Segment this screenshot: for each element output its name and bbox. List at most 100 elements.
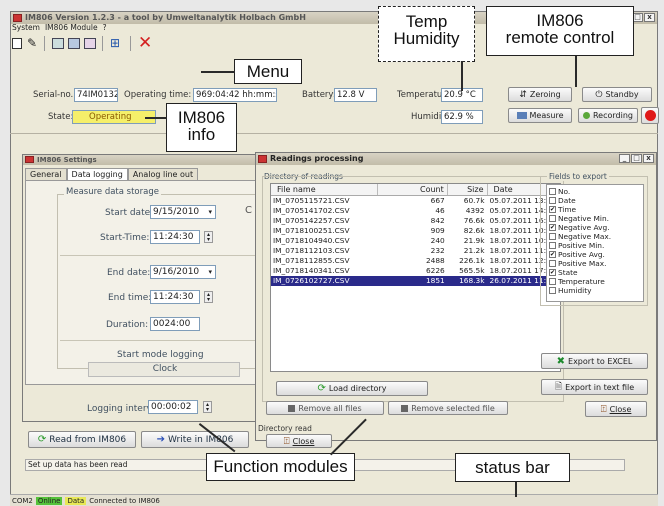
start-time-stepper[interactable]: ▴ ▾ [204, 231, 213, 243]
annotation-function-modules: Function modules [206, 453, 355, 481]
field-checkbox[interactable]: Negative Max. [549, 232, 641, 241]
field-checkbox[interactable]: Positive Min. [549, 241, 641, 250]
recording-button[interactable]: Recording [578, 108, 638, 123]
field-checkbox[interactable]: Positive Max. [549, 259, 641, 268]
table-row[interactable]: IM_0718112855.CSV 2488 226.1k 18.07.2011… [271, 256, 560, 266]
table-row[interactable]: IM_0718100251.CSV 909 82.6k 18.07.2011 1… [271, 226, 560, 236]
column-header[interactable]: Size [448, 184, 488, 195]
readings-table[interactable]: File name Count Size Date IM_0705115721.… [270, 183, 561, 372]
separator [44, 36, 45, 51]
file-count: 46 [435, 206, 445, 215]
menu-im806-module[interactable]: IM806 Module [45, 23, 98, 33]
end-time-field[interactable]: 11:24:30 [150, 290, 200, 304]
readings-status: Directory read [258, 424, 312, 433]
exit-icon[interactable]: ✕ [138, 33, 152, 53]
field-checkbox[interactable]: Date [549, 196, 641, 205]
close-window-button[interactable]: x [644, 13, 655, 22]
measure-button[interactable]: Measure [508, 108, 572, 123]
column-header[interactable]: Count [378, 184, 448, 195]
standby-button[interactable]: ⏻ Standby [582, 87, 652, 102]
remove-all-button[interactable]: Remove all files [266, 401, 384, 415]
file-size: 60.7k [463, 196, 485, 205]
chart-icon[interactable] [84, 38, 96, 49]
logging-interval-field[interactable]: 00:00:02 [148, 400, 198, 414]
arrow-right-icon: ➔ [156, 434, 166, 445]
tab-analog-line-out[interactable]: Analog line out [127, 168, 199, 180]
readings-app-icon [258, 155, 267, 163]
start-mode-field[interactable]: Clock [88, 362, 240, 377]
dropdown-arrow-icon[interactable]: ▾ [208, 206, 212, 218]
table-row[interactable]: IM_0705142257.CSV 842 76.6k 05.07.2011 1… [271, 216, 560, 226]
logging-interval-stepper[interactable]: ▴ ▾ [203, 401, 212, 413]
field-checkbox[interactable]: ✔ Positive Avg. [549, 250, 641, 259]
checkbox-checked[interactable]: ✔ [549, 224, 556, 231]
minimize-button[interactable]: _ [619, 154, 630, 163]
close-window-button[interactable]: x [643, 154, 654, 163]
file-name: IM_0705142257.CSV [273, 216, 350, 225]
table-row[interactable]: IM_0705141702.CSV 46 4392 05.07.2011 14:… [271, 206, 560, 216]
record-button[interactable] [641, 107, 659, 124]
close-readings-button[interactable]: ⍐ Close [585, 401, 647, 417]
file-count: 667 [430, 196, 445, 205]
save-icon[interactable] [68, 38, 80, 49]
checkbox-checked[interactable]: ✔ [549, 269, 556, 276]
calendar-button[interactable]: C [245, 205, 252, 216]
measure-storage-group [57, 194, 257, 369]
table-row[interactable]: IM_0718140341.CSV 6226 565.5k 18.07.2011… [271, 266, 560, 276]
network-icon[interactable]: ⊞ [110, 36, 120, 50]
table-row[interactable]: IM_0718112103.CSV 232 21.2k 18.07.2011 1… [271, 246, 560, 256]
field-checkbox[interactable]: ✔ Time [549, 205, 641, 214]
dropdown-arrow-icon[interactable]: ▾ [208, 266, 212, 278]
field-checkbox[interactable]: Temperature [549, 277, 641, 286]
table-row-selected[interactable]: IM_0726102727.CSV 1851 168.3k 26.07.2011… [271, 276, 560, 286]
field-checkbox[interactable]: ✔ State [549, 268, 641, 277]
column-header[interactable]: File name [271, 184, 379, 195]
close-button-secondary[interactable]: ⍐ Close [266, 434, 332, 448]
field-checkbox[interactable]: ✔ Negative Avg. [549, 223, 641, 232]
file-size: 168.3k [459, 276, 485, 285]
checkbox[interactable] [549, 260, 556, 267]
tab-data-logging[interactable]: Data logging [66, 168, 128, 180]
checkbox-checked[interactable]: ✔ [549, 206, 556, 213]
checkbox-checked[interactable]: ✔ [549, 251, 556, 258]
start-time-field[interactable]: 11:24:30 [150, 230, 200, 244]
checkbox[interactable] [549, 215, 556, 222]
export-excel-button[interactable]: ✖ Export to EXCEL [541, 353, 648, 369]
checkbox[interactable] [549, 197, 556, 204]
recording-indicator-icon [582, 112, 590, 119]
zeroing-button[interactable]: ⇵ Zeroing [508, 87, 572, 102]
load-directory-button[interactable]: ⟳ Load directory [276, 381, 428, 396]
write-to-device-button[interactable]: ➔ Write in IM806 [141, 431, 249, 448]
fields-list[interactable]: No. Date ✔ Time Negative Min. ✔ Negative A… [546, 184, 644, 302]
end-time-stepper[interactable]: ▴ ▾ [204, 291, 213, 303]
annotation-humidity-text: Humidity [393, 29, 460, 48]
panel-icon[interactable] [12, 38, 22, 49]
close-label: Close [609, 404, 632, 414]
table-row[interactable]: IM_0718104940.CSV 240 21.9k 18.07.2011 1… [271, 236, 560, 246]
remove-selected-button[interactable]: Remove selected file [388, 401, 508, 415]
checkbox[interactable] [549, 287, 556, 294]
tab-general[interactable]: General [25, 168, 67, 180]
field-checkbox[interactable]: Humidity [549, 286, 641, 295]
print-icon[interactable] [52, 38, 64, 49]
field-checkbox[interactable]: No. [549, 187, 641, 196]
end-date-value: 9/16/2010 [153, 267, 200, 277]
menu-system[interactable]: System [12, 23, 40, 33]
remove-all-label: Remove all files [298, 403, 362, 413]
start-date-field[interactable]: 9/15/2010 ▾ [150, 205, 216, 219]
end-date-field[interactable]: 9/16/2010 ▾ [150, 265, 216, 279]
serial-field: 74IM0132 [74, 88, 118, 102]
menu-help[interactable]: ? [103, 23, 107, 33]
checkbox[interactable] [549, 233, 556, 240]
export-text-button[interactable]: 🗎 Export in text file [541, 379, 648, 395]
duration-field[interactable]: 0024:00 [150, 317, 200, 331]
field-checkbox[interactable]: Negative Min. [549, 214, 641, 223]
table-row[interactable]: IM_0705115721.CSV 667 60.7k 05.07.2011 1… [271, 196, 560, 206]
maximize-button[interactable]: □ [631, 154, 642, 163]
trash-icon [401, 404, 409, 412]
checkbox[interactable] [549, 188, 556, 195]
checkbox[interactable] [549, 242, 556, 249]
edit-icon[interactable]: ✎ [27, 36, 37, 50]
read-from-device-button[interactable]: ⟳ Read from IM806 [28, 431, 136, 448]
checkbox[interactable] [549, 278, 556, 285]
